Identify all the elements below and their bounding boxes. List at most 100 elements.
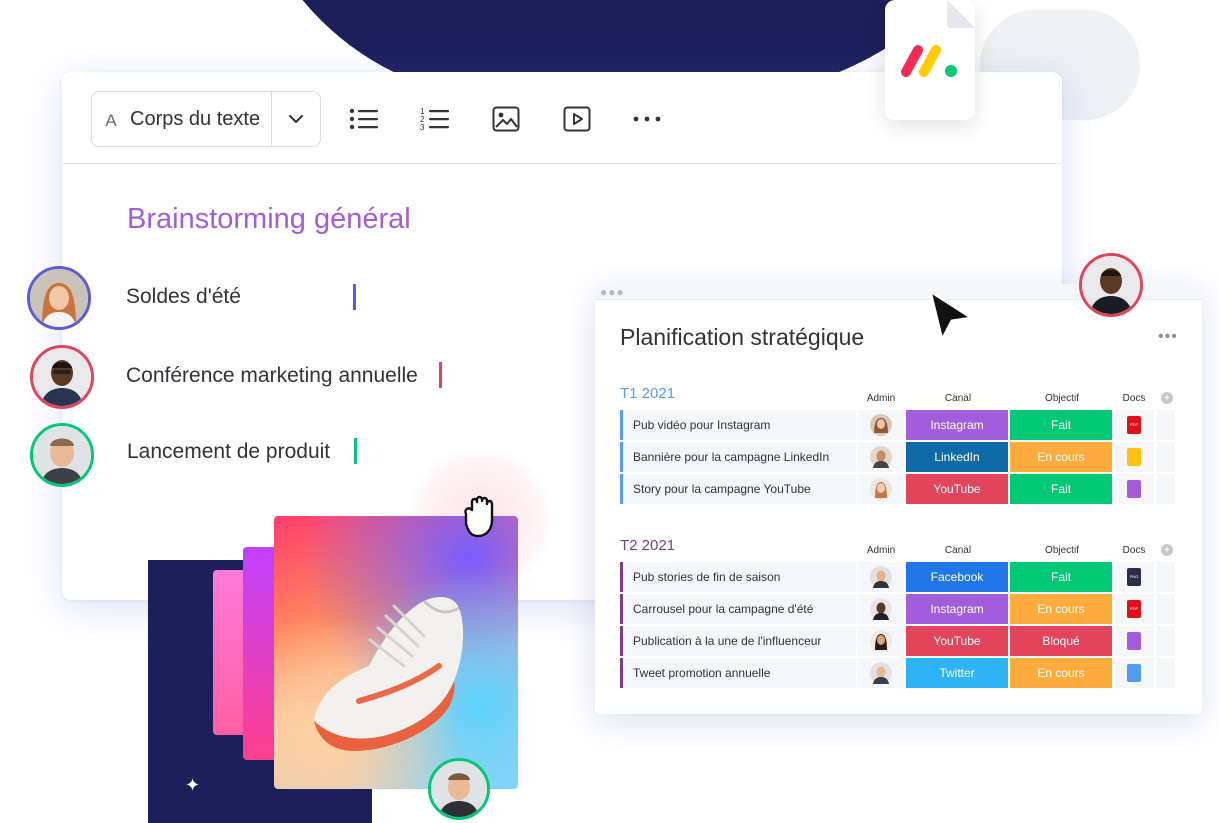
column-header-docs: Docs	[1122, 393, 1146, 404]
video-file-icon	[1127, 480, 1141, 498]
canal-status[interactable]: Twitter	[906, 658, 1008, 688]
sneaker-illustration	[314, 596, 464, 751]
empty-cell	[1156, 474, 1175, 504]
column-header-canal: Canal	[944, 545, 972, 556]
planning-board: ●●● Planification stratégique ••• T1 202…	[595, 284, 1202, 714]
task-name[interactable]: Bannière pour la campagne LinkedIn	[620, 442, 856, 472]
table-row[interactable]: Tweet promotion annuelle Twitter En cour…	[620, 658, 1175, 688]
admin-avatar[interactable]	[858, 442, 904, 472]
more-icon[interactable]	[630, 102, 664, 136]
monday-logo-icon	[901, 45, 957, 77]
video-file-icon	[1127, 632, 1141, 650]
objectif-status[interactable]: Bloqué	[1010, 626, 1112, 656]
file-fold	[947, 0, 975, 28]
image-file-icon	[1127, 664, 1141, 682]
document-line[interactable]: Lancement de produit	[127, 440, 330, 464]
avatar[interactable]	[30, 423, 94, 487]
more-icon[interactable]: •••	[1158, 328, 1178, 346]
docs-cell[interactable]: PDF	[1114, 594, 1154, 624]
canal-status[interactable]: Instagram	[906, 410, 1008, 440]
empty-cell	[1156, 594, 1175, 624]
canal-status[interactable]: Instagram	[906, 594, 1008, 624]
numbered-list-icon[interactable]: 123	[418, 102, 452, 136]
board-title: Planification stratégique	[620, 324, 865, 350]
admin-avatar[interactable]	[858, 594, 904, 624]
canal-status[interactable]: YouTube	[906, 474, 1008, 504]
svg-text:3: 3	[420, 123, 425, 132]
text-caret	[439, 362, 442, 388]
admin-avatar[interactable]	[858, 658, 904, 688]
column-header-canal: Canal	[944, 393, 972, 404]
task-name[interactable]: Pub stories de fin de saison	[620, 562, 856, 592]
task-name[interactable]: Publication à la une de l'influenceur	[620, 626, 856, 656]
font-style-select[interactable]: A Corps du texte	[91, 91, 321, 147]
window-dots-icon: ●●●	[600, 285, 625, 299]
admin-avatar[interactable]	[858, 626, 904, 656]
admin-avatar[interactable]	[858, 410, 904, 440]
column-header-objectif: Objectif	[1045, 393, 1079, 404]
admin-avatar[interactable]	[858, 474, 904, 504]
avatar[interactable]	[30, 345, 94, 409]
text-caret	[354, 438, 357, 464]
objectif-status[interactable]: Fait	[1010, 562, 1112, 592]
add-column-icon[interactable]: +	[1161, 392, 1173, 404]
avatar[interactable]	[27, 266, 91, 330]
avatar[interactable]	[1079, 253, 1143, 317]
canal-status[interactable]: Facebook	[906, 562, 1008, 592]
chevron-down-icon[interactable]	[272, 91, 320, 147]
admin-avatar[interactable]	[858, 562, 904, 592]
bullet-list-icon[interactable]	[347, 102, 381, 136]
stage: A Corps du texte 123 Brainstorming génér…	[0, 0, 1219, 823]
objectif-status[interactable]: En cours	[1010, 658, 1112, 688]
monday-logo-file	[885, 0, 975, 120]
empty-cell	[1156, 410, 1175, 440]
column-header-admin: Admin	[866, 393, 896, 404]
png-icon: PNG	[1127, 568, 1141, 586]
sparkle-icon: ✦	[185, 775, 201, 795]
task-name[interactable]: Carrousel pour la campagne d'été	[620, 594, 856, 624]
grab-hand-icon	[464, 495, 494, 538]
docs-cell[interactable]: PNG	[1114, 562, 1154, 592]
column-header-objectif: Objectif	[1045, 545, 1079, 556]
text-caret	[353, 284, 356, 310]
font-icon: A	[105, 111, 117, 130]
task-name[interactable]: Story pour la campagne YouTube	[620, 474, 856, 504]
group-title[interactable]: T2 2021	[620, 537, 675, 554]
document-line[interactable]: Soldes d'été	[126, 285, 241, 309]
docs-cell[interactable]	[1114, 474, 1154, 504]
image-icon[interactable]	[489, 102, 523, 136]
docs-cell[interactable]	[1114, 442, 1154, 472]
sneaker-image[interactable]	[274, 516, 518, 789]
column-header-docs: Docs	[1122, 545, 1146, 556]
empty-cell	[1156, 562, 1175, 592]
objectif-status[interactable]: Fait	[1010, 474, 1112, 504]
table-row[interactable]: Bannière pour la campagne LinkedIn Linke…	[620, 442, 1175, 472]
task-name[interactable]: Tweet promotion annuelle	[620, 658, 856, 688]
empty-cell	[1156, 658, 1175, 688]
table-row[interactable]: Carrousel pour la campagne d'été Instagr…	[620, 594, 1175, 624]
task-name[interactable]: Pub vidéo pour Instagram	[620, 410, 856, 440]
empty-cell	[1156, 442, 1175, 472]
docs-cell[interactable]: PDF	[1114, 410, 1154, 440]
canal-status[interactable]: YouTube	[906, 626, 1008, 656]
canal-status[interactable]: LinkedIn	[906, 442, 1008, 472]
pdf-icon: PDF	[1127, 416, 1141, 434]
document-line[interactable]: Conférence marketing annuelle	[126, 364, 418, 388]
table-row[interactable]: Publication à la une de l'influenceur Yo…	[620, 626, 1175, 656]
objectif-status[interactable]: En cours	[1010, 442, 1112, 472]
pdf-icon: PDF	[1127, 600, 1141, 618]
table-row[interactable]: Pub stories de fin de saison Facebook Fa…	[620, 562, 1175, 592]
objectif-status[interactable]: En cours	[1010, 594, 1112, 624]
docs-cell[interactable]	[1114, 626, 1154, 656]
objectif-status[interactable]: Fait	[1010, 410, 1112, 440]
video-icon[interactable]	[560, 102, 594, 136]
font-style-label: Corps du texte	[130, 107, 261, 130]
cursor-arrow-icon	[928, 289, 974, 342]
docs-cell[interactable]	[1114, 658, 1154, 688]
document-title: Brainstorming général	[127, 203, 411, 235]
group-title[interactable]: T1 2021	[620, 385, 675, 402]
table-row[interactable]: Pub vidéo pour Instagram Instagram Fait …	[620, 410, 1175, 440]
add-column-icon[interactable]: +	[1161, 544, 1173, 556]
table-row[interactable]: Story pour la campagne YouTube YouTube F…	[620, 474, 1175, 504]
avatar[interactable]	[428, 758, 490, 820]
